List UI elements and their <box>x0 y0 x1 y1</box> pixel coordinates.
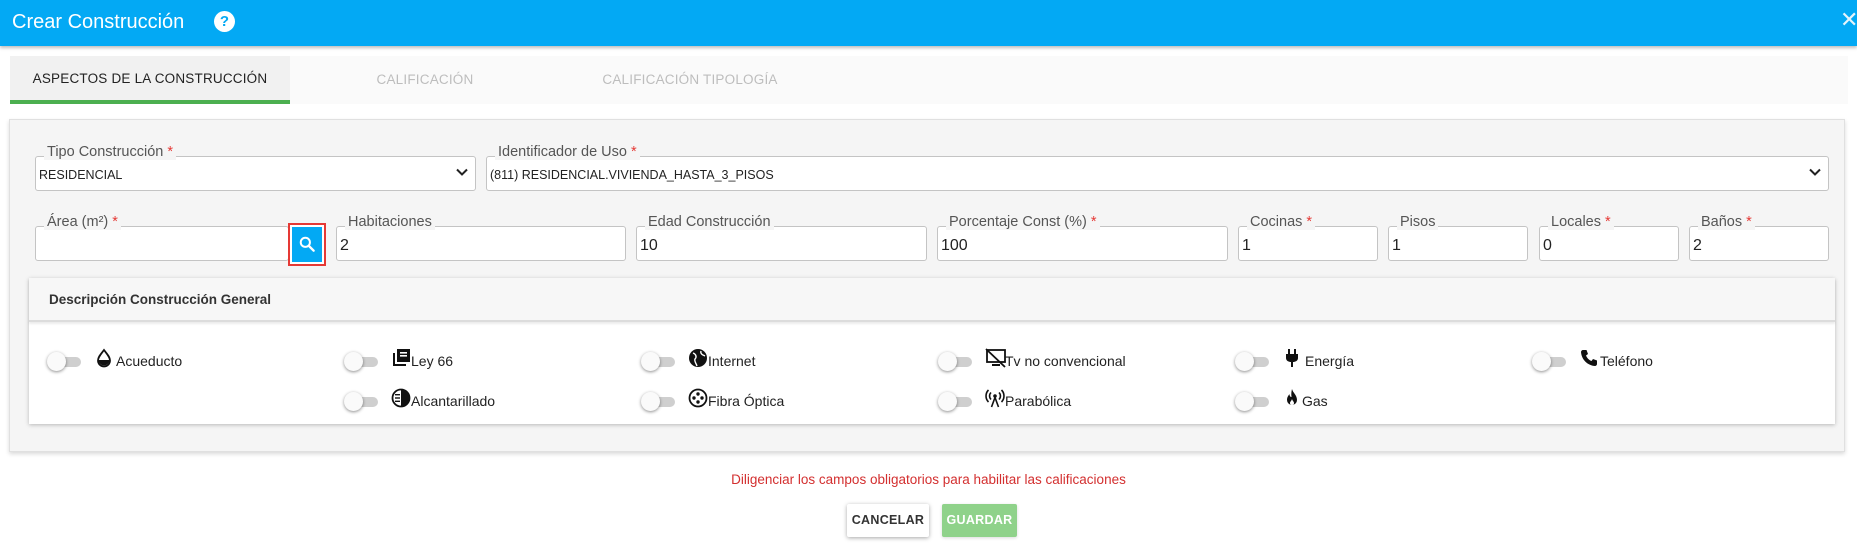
gas-label: Gas <box>1302 393 1328 409</box>
required-mark: * <box>167 144 174 160</box>
porcentaje-const-label: Porcentaje Const (%) <box>949 214 1087 230</box>
alcantarillado-label: Alcantarillado <box>411 393 496 409</box>
identificador-uso-label: Identificador de Uso <box>498 144 627 160</box>
internet-toggle[interactable] <box>641 352 677 371</box>
fiber-optic-icon <box>688 388 708 408</box>
half-circle-icon <box>391 388 411 408</box>
chevron-down-icon <box>1809 168 1821 176</box>
required-mark: * <box>1605 214 1611 230</box>
close-icon[interactable]: ✕ <box>1840 8 1857 32</box>
tv-no-convencional-toggle[interactable] <box>938 352 974 371</box>
service-tv-no-convencional: Tv no convencional <box>938 348 1168 374</box>
library-books-icon <box>393 349 410 366</box>
fibra-optica-label: Fibra Óptica <box>708 393 785 409</box>
area-input[interactable]: Área (m²) * <box>35 214 289 261</box>
required-fields-warning: Diligenciar los campos obligatorios para… <box>731 472 1126 487</box>
locales-input[interactable]: Locales * 0 <box>1539 214 1679 261</box>
ley-66-label: Ley 66 <box>411 353 454 369</box>
help-icon[interactable]: ? <box>214 11 235 32</box>
tab-calificacion[interactable]: CALIFICACIÓN <box>320 56 530 104</box>
cocinas-input[interactable]: Cocinas * 1 <box>1238 214 1378 261</box>
power-plug-icon <box>1286 349 1298 367</box>
dialog-header: Crear Construcción ? ✕ <box>0 0 1857 46</box>
telefono-label: Teléfono <box>1600 353 1653 369</box>
required-mark: * <box>1090 214 1097 230</box>
save-button[interactable]: GUARDAR <box>942 504 1017 537</box>
parabolica-toggle[interactable] <box>938 392 974 411</box>
porcentaje-const-input[interactable]: Porcentaje Const (%) * 100 <box>937 214 1228 261</box>
edad-construccion-input[interactable]: Edad Construcción 10 <box>636 214 927 261</box>
banos-input[interactable]: Baños * 2 <box>1689 214 1829 261</box>
required-mark: * <box>1306 214 1313 230</box>
parabolica-label: Parabólica <box>1005 393 1072 409</box>
gas-toggle[interactable] <box>1235 392 1271 411</box>
service-ley-66: Ley 66 <box>344 348 574 374</box>
service-gas: Gas <box>1235 388 1465 414</box>
energia-label: Energía <box>1305 353 1355 369</box>
tipo-construccion-select[interactable]: Tipo Construcción * RESIDENCIAL <box>35 144 476 191</box>
cocinas-label: Cocinas <box>1250 214 1303 230</box>
habitaciones-value: 2 <box>340 237 349 254</box>
tab-calificacion-tipologia[interactable]: CALIFICACIÓN TIPOLOGÍA <box>570 56 810 104</box>
chevron-down-icon <box>456 168 468 176</box>
edad-construccion-value: 10 <box>640 237 658 254</box>
acueducto-toggle[interactable] <box>47 352 83 371</box>
telefono-toggle[interactable] <box>1532 352 1568 371</box>
energia-toggle[interactable] <box>1235 352 1271 371</box>
service-alcantarillado: Alcantarillado <box>344 388 574 414</box>
dialog-title: Crear Construcción <box>12 11 185 33</box>
globe-icon <box>689 349 707 367</box>
locales-value: 0 <box>1543 237 1552 254</box>
tv-no-convencional-label: Tv no convencional <box>1005 353 1126 369</box>
service-internet: Internet <box>641 348 871 374</box>
edad-construccion-label: Edad Construcción <box>645 214 774 230</box>
tab-aspectos-construccion[interactable]: ASPECTOS DE LA CONSTRUCCIÓN <box>10 56 290 104</box>
cocinas-value: 1 <box>1242 237 1251 254</box>
descripcion-construccion-card: Descripción Construcción General Acueduc… <box>29 278 1835 424</box>
required-mark: * <box>112 214 118 230</box>
cancel-button[interactable]: CANCELAR <box>847 504 929 537</box>
pisos-label: Pisos <box>1397 214 1439 230</box>
pisos-value: 1 <box>1392 237 1401 254</box>
tipo-construccion-value: RESIDENCIAL <box>39 168 123 182</box>
flame-icon <box>1287 389 1297 405</box>
pisos-input[interactable]: Pisos 1 <box>1388 214 1528 261</box>
internet-label: Internet <box>708 353 756 369</box>
identificador-uso-select[interactable]: Identificador de Uso * (811) RESIDENCIAL… <box>486 144 1829 191</box>
ley-66-toggle[interactable] <box>344 352 380 371</box>
tab-bar: ASPECTOS DE LA CONSTRUCCIÓN CALIFICACIÓN… <box>10 56 1848 104</box>
banos-value: 2 <box>1693 237 1702 254</box>
identificador-uso-value: (811) RESIDENCIAL.VIVIENDA_HASTA_3_PISOS <box>490 168 774 182</box>
service-telefono: Teléfono <box>1532 348 1762 374</box>
banos-label: Baños <box>1701 214 1743 230</box>
porcentaje-const-value: 100 <box>941 237 968 254</box>
locales-label: Locales <box>1551 214 1601 230</box>
habitaciones-label: Habitaciones <box>345 214 435 230</box>
service-parabolica: Parabólica <box>938 388 1168 414</box>
tv-off-icon <box>985 348 1006 368</box>
descripcion-construccion-title: Descripción Construcción General <box>49 292 272 307</box>
tipo-construccion-label: Tipo Construcción <box>47 144 164 160</box>
acueducto-label: Acueducto <box>116 353 183 369</box>
water-drop-icon <box>97 348 111 368</box>
habitaciones-input[interactable]: Habitaciones 2 <box>336 214 626 261</box>
service-fibra-optica: Fibra Óptica <box>641 388 871 414</box>
service-energia: Energía <box>1235 348 1465 374</box>
required-mark: * <box>1746 214 1752 230</box>
fibra-optica-toggle[interactable] <box>641 392 677 411</box>
required-mark: * <box>631 144 637 160</box>
alcantarillado-toggle[interactable] <box>344 392 380 411</box>
phone-icon <box>1581 350 1597 366</box>
area-search-button[interactable] <box>288 223 326 266</box>
service-acueducto: Acueducto <box>47 348 277 374</box>
descripcion-construccion-header: Descripción Construcción General <box>29 278 1835 322</box>
area-label: Área (m²) <box>47 214 109 230</box>
search-icon <box>299 236 315 252</box>
antenna-icon <box>985 389 1005 408</box>
